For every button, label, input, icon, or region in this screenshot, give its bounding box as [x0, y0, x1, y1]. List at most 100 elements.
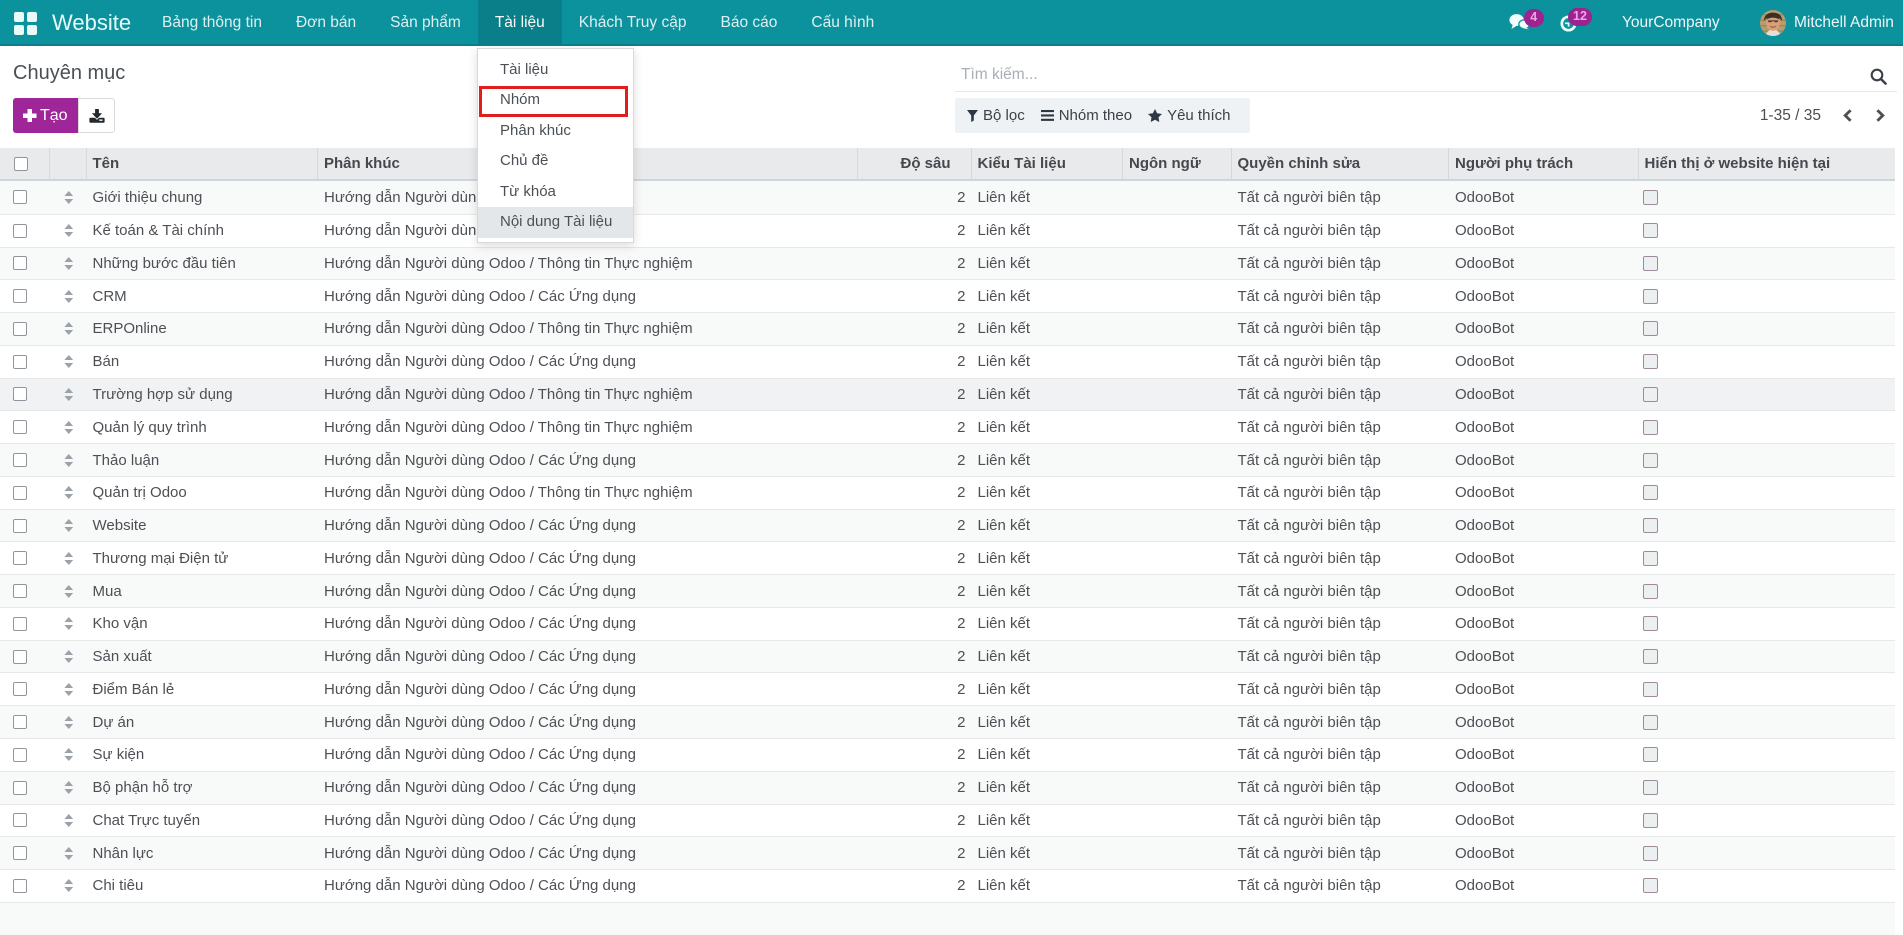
- visible-checkbox[interactable]: [1643, 354, 1658, 369]
- visible-checkbox[interactable]: [1643, 289, 1658, 304]
- menu-item-topics[interactable]: Chủ đề: [478, 146, 633, 177]
- app-brand-title[interactable]: Website: [52, 0, 131, 46]
- table-row[interactable]: Trường hợp sử dụng Hướng dẫn Người dùng …: [0, 378, 1895, 411]
- visible-checkbox[interactable]: [1643, 387, 1658, 402]
- nav-item-dashboard[interactable]: Bảng thông tin: [145, 0, 279, 46]
- menu-item-document-contents[interactable]: Nội dung Tài liệu: [478, 207, 633, 238]
- row-checkbox[interactable]: [13, 355, 27, 369]
- visible-checkbox[interactable]: [1643, 780, 1658, 795]
- table-row[interactable]: Kho vận Hướng dẫn Người dùng Odoo / Các …: [0, 607, 1895, 640]
- drag-handle-icon[interactable]: [64, 454, 74, 467]
- pager-next-icon[interactable]: [1876, 109, 1885, 127]
- visible-checkbox[interactable]: [1643, 715, 1658, 730]
- row-checkbox[interactable]: [13, 682, 27, 696]
- table-row[interactable]: [0, 902, 1895, 935]
- table-row[interactable]: Chat Trực tuyến Hướng dẫn Người dùng Odo…: [0, 804, 1895, 837]
- table-row[interactable]: Sự kiện Hướng dẫn Người dùng Odoo / Các …: [0, 738, 1895, 771]
- visible-checkbox[interactable]: [1643, 878, 1658, 893]
- row-checkbox[interactable]: [13, 256, 27, 270]
- menu-item-keywords[interactable]: Từ khóa: [478, 177, 633, 208]
- row-checkbox[interactable]: [13, 551, 27, 565]
- favorites-button[interactable]: Yêu thích: [1140, 98, 1238, 133]
- visible-checkbox[interactable]: [1643, 485, 1658, 500]
- drag-handle-icon[interactable]: [64, 290, 74, 303]
- visible-checkbox[interactable]: [1643, 453, 1658, 468]
- table-row[interactable]: Giới thiệu chung Hướng dẫn Người dùng Od…: [0, 181, 1895, 214]
- drag-handle-icon[interactable]: [64, 421, 74, 434]
- nav-item-products[interactable]: Sản phẩm: [373, 0, 478, 46]
- visible-checkbox[interactable]: [1643, 223, 1658, 238]
- pager-previous-icon[interactable]: [1843, 109, 1852, 127]
- header-visible[interactable]: Hiển thị ở website hiện tại: [1639, 148, 1896, 181]
- user-avatar[interactable]: [1760, 10, 1786, 36]
- user-name[interactable]: Mitchell Admin: [1794, 0, 1894, 46]
- row-checkbox[interactable]: [13, 748, 27, 762]
- table-row[interactable]: Kế toán & Tài chính Hướng dẫn Người dùng…: [0, 214, 1895, 247]
- row-checkbox[interactable]: [13, 650, 27, 664]
- row-checkbox[interactable]: [13, 387, 27, 401]
- table-row[interactable]: ERPOnline Hướng dẫn Người dùng Odoo / Th…: [0, 312, 1895, 345]
- row-checkbox[interactable]: [13, 289, 27, 303]
- visible-checkbox[interactable]: [1643, 649, 1658, 664]
- row-checkbox[interactable]: [13, 781, 27, 795]
- row-checkbox[interactable]: [13, 453, 27, 467]
- table-row[interactable]: Bán Hướng dẫn Người dùng Odoo / Các Ứng …: [0, 345, 1895, 378]
- filters-button[interactable]: Bộ lọc: [967, 98, 1033, 133]
- header-owner[interactable]: Người phụ trách: [1449, 148, 1639, 181]
- drag-handle-icon[interactable]: [64, 322, 74, 335]
- create-button[interactable]: Tạo: [13, 98, 78, 133]
- row-checkbox[interactable]: [13, 813, 27, 827]
- table-row[interactable]: Quản trị Odoo Hướng dẫn Người dùng Odoo …: [0, 476, 1895, 509]
- nav-item-settings[interactable]: Cấu hình: [794, 0, 891, 46]
- row-checkbox[interactable]: [13, 486, 27, 500]
- table-row[interactable]: Quản lý quy trình Hướng dẫn Người dùng O…: [0, 410, 1895, 443]
- menu-item-groups[interactable]: Nhóm: [478, 85, 633, 116]
- drag-handle-icon[interactable]: [64, 683, 74, 696]
- table-row[interactable]: Website Hướng dẫn Người dùng Odoo / Các …: [0, 509, 1895, 542]
- search-icon[interactable]: [1870, 68, 1887, 90]
- visible-checkbox[interactable]: [1643, 321, 1658, 336]
- drag-handle-icon[interactable]: [64, 388, 74, 401]
- table-row[interactable]: Chi tiêu Hướng dẫn Người dùng Odoo / Các…: [0, 869, 1895, 902]
- row-checkbox[interactable]: [13, 322, 27, 336]
- drag-handle-icon[interactable]: [64, 650, 74, 663]
- table-row[interactable]: Mua Hướng dẫn Người dùng Odoo / Các Ứng …: [0, 574, 1895, 607]
- table-row[interactable]: Thảo luận Hướng dẫn Người dùng Odoo / Cá…: [0, 443, 1895, 476]
- visible-checkbox[interactable]: [1643, 518, 1658, 533]
- menu-item-segments[interactable]: Phân khúc: [478, 116, 633, 147]
- row-checkbox[interactable]: [13, 519, 27, 533]
- drag-handle-icon[interactable]: [64, 191, 74, 204]
- messages-count-badge[interactable]: 4: [1524, 9, 1544, 27]
- drag-handle-icon[interactable]: [64, 355, 74, 368]
- drag-handle-icon[interactable]: [64, 552, 74, 565]
- visible-checkbox[interactable]: [1643, 584, 1658, 599]
- drag-handle-icon[interactable]: [64, 847, 74, 860]
- visible-checkbox[interactable]: [1643, 256, 1658, 271]
- drag-handle-icon[interactable]: [64, 814, 74, 827]
- row-checkbox[interactable]: [13, 846, 27, 860]
- header-doc-type[interactable]: Kiểu Tài liệu: [972, 148, 1124, 181]
- drag-handle-icon[interactable]: [64, 716, 74, 729]
- header-name[interactable]: Tên: [87, 148, 319, 181]
- search-bar[interactable]: Tìm kiếm...: [955, 60, 1897, 92]
- header-edit-rights[interactable]: Quyền chỉnh sửa: [1232, 148, 1450, 181]
- drag-handle-icon[interactable]: [64, 617, 74, 630]
- drag-handle-icon[interactable]: [64, 879, 74, 892]
- visible-checkbox[interactable]: [1643, 616, 1658, 631]
- header-depth[interactable]: Độ sâu: [858, 148, 972, 181]
- drag-handle-icon[interactable]: [64, 486, 74, 499]
- visible-checkbox[interactable]: [1643, 682, 1658, 697]
- activities-count-badge[interactable]: 12: [1568, 8, 1592, 26]
- nav-item-documents[interactable]: Tài liệu: [478, 0, 562, 46]
- row-checkbox[interactable]: [13, 879, 27, 893]
- row-checkbox[interactable]: [13, 584, 27, 598]
- nav-item-reports[interactable]: Báo cáo: [703, 0, 794, 46]
- nav-item-visitors[interactable]: Khách Truy cập: [562, 0, 704, 46]
- visible-checkbox[interactable]: [1643, 420, 1658, 435]
- row-checkbox[interactable]: [13, 715, 27, 729]
- drag-handle-icon[interactable]: [64, 585, 74, 598]
- visible-checkbox[interactable]: [1643, 190, 1658, 205]
- row-checkbox[interactable]: [13, 420, 27, 434]
- table-row[interactable]: Sản xuất Hướng dẫn Người dùng Odoo / Các…: [0, 640, 1895, 673]
- table-row[interactable]: Thương mại Điện tử Hướng dẫn Người dùng …: [0, 541, 1895, 574]
